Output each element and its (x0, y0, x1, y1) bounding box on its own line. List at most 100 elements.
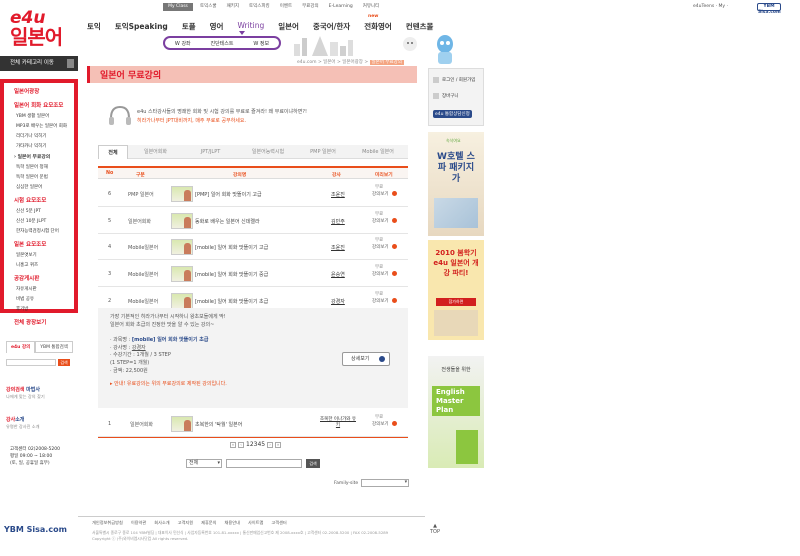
top-link[interactable]: 이벤트 (280, 3, 292, 11)
course-wizard-promo[interactable]: 강의검색 마법사 나에게 맞는 강의 찾기 (6, 386, 78, 400)
search-button[interactable]: 검색 (306, 459, 320, 468)
left-menu-item[interactable]: › 일본어 무료강의 (14, 153, 70, 160)
tab-jpt-jlpt[interactable]: JPT/JLPT (183, 145, 238, 159)
course-thumbnail[interactable] (171, 416, 193, 432)
next-page-icon[interactable]: › (267, 441, 274, 448)
left-menu-item[interactable]: 한자능력검정시험 단어 (14, 228, 70, 234)
left-menu-item[interactable]: 일본엿보기 (14, 252, 70, 258)
course-thumbnail[interactable] (171, 212, 193, 229)
first-page-icon[interactable]: « (230, 441, 236, 448)
page-numbers[interactable]: 12345 (246, 441, 265, 448)
row-title[interactable]: [mobile] 일어 회화 맛뜰이기 중급 (195, 271, 268, 278)
arrow-circle-icon[interactable] (392, 191, 397, 196)
row-title[interactable]: 초복한의 '탁월' 일본어 (195, 421, 242, 428)
family-site-select[interactable] (361, 479, 410, 487)
left-menu-item[interactable]: 가타카나 익히기 (14, 143, 70, 149)
row-teacher[interactable]: 조윤진 (331, 191, 345, 198)
left-menu-item[interactable]: 비법 공유 (14, 296, 70, 302)
quick-login[interactable]: 로그인 / 회원가입 (433, 77, 475, 83)
arrow-circle-icon[interactable] (392, 244, 397, 250)
footer-link[interactable]: 고객센터 (271, 520, 286, 526)
footer-link[interactable]: 제휴문의 (201, 520, 216, 526)
top-link[interactable]: 무료강의 (302, 3, 319, 11)
left-menu-item[interactable]: 후기방 (14, 306, 70, 312)
nav-toeic-speaking[interactable]: 토익Speaking (115, 21, 168, 32)
nav-contents-mall[interactable]: 컨텐츠몰 (406, 21, 434, 32)
quick-consult[interactable]: e4u 통합상담신청 (433, 110, 472, 118)
left-menu-item[interactable]: 자유게시판 (14, 286, 70, 292)
row-view[interactable]: 강의보기 (372, 244, 389, 250)
top-link[interactable]: 토익스쿨 (200, 3, 217, 11)
row-teacher[interactable]: 김민주 (331, 218, 345, 225)
row-view[interactable]: 강의보기 (372, 191, 389, 197)
left-menu-item[interactable]: 니홍고 퀴즈 (14, 262, 70, 268)
search-scope-select[interactable]: 전체 (186, 459, 222, 468)
tab-jlpt-exam[interactable]: 일본어능력시험 (238, 145, 298, 159)
left-search-input[interactable] (6, 359, 56, 366)
search-input[interactable] (226, 459, 302, 468)
left-menu-item[interactable]: 시험 요모조모 (14, 196, 70, 204)
subnav-w-course[interactable]: W 강좌 (175, 40, 191, 47)
tab-ybm-search[interactable]: YBM 통합검색 (35, 341, 73, 353)
left-menu-item[interactable]: 심심한 일본어 (14, 184, 70, 190)
top-right-links[interactable]: e4uTeens · My · (693, 3, 728, 11)
row-view[interactable]: 강의보기 (372, 218, 389, 224)
ybm-logo[interactable]: YBM Sisa.com (757, 3, 781, 15)
course-thumbnail[interactable] (171, 266, 193, 283)
nav-phone-english[interactable]: 전화영어 (364, 21, 392, 32)
row-teacher[interactable]: 강경자 (331, 298, 345, 305)
row-teacher[interactable]: 조복한 이나가와 유키 (320, 417, 356, 429)
left-search-button[interactable]: 검색 (58, 359, 70, 366)
row-title[interactable]: [mobile] 일어 회화 맛뜰이기 초급 (195, 298, 268, 305)
left-menu-item[interactable]: 리더기나 익히기 (14, 133, 70, 139)
site-logo[interactable]: e4u 일본어 (10, 10, 68, 54)
party-banner[interactable]: 2010 봄학기 e4u 일본어 개강 파티! 참가하면 (428, 240, 484, 340)
quick-cart[interactable]: 장바구니 (433, 93, 459, 99)
top-link[interactable]: E-Learning (329, 3, 353, 11)
course-thumbnail[interactable] (171, 186, 193, 202)
row-view[interactable]: 강의보기 (372, 421, 389, 427)
tab-conversation[interactable]: 일본어회화 (128, 145, 183, 159)
course-thumbnail[interactable] (171, 292, 193, 309)
teacher-intro-promo[interactable]: 강사소개 유명한 강사진 소개 (6, 416, 78, 430)
row-title[interactable]: [mobile] 일어 회화 맛뜰이기 고급 (195, 244, 268, 251)
table-row[interactable]: 5 일본어회화 동화로 배우는 일본어 신데렐라 김민주 무료 강의보기 (98, 208, 408, 234)
subnav-w-info[interactable]: W 정보 (253, 40, 269, 47)
left-menu-item[interactable]: 독학 일본어 청해 (14, 164, 70, 170)
nav-toeic[interactable]: 토익 (87, 21, 101, 32)
top-link[interactable]: 패키지 (227, 3, 239, 11)
footer-link[interactable]: 회사소개 (154, 520, 169, 526)
left-menu-item[interactable]: 전체 광장보기 (14, 318, 70, 326)
footer-link[interactable]: 고객지원 (178, 520, 193, 526)
top-link[interactable]: 토익스피킹 (249, 3, 270, 11)
tab-all[interactable]: 전체 (98, 145, 128, 159)
left-menu-item[interactable]: 일본 요모조모 (14, 240, 70, 248)
course-thumbnail[interactable] (171, 239, 193, 256)
detail-teacher-link[interactable]: 강경자 (132, 345, 146, 351)
row-title[interactable]: [PMP] 일어 회화 맛뜰이기 고급 (195, 191, 262, 198)
top-link[interactable]: 커뮤니티 (363, 3, 380, 11)
left-menu-item[interactable]: 공감게시판 (14, 274, 70, 282)
tab-mobile[interactable]: Mobile 일본어 (348, 145, 408, 159)
back-to-top[interactable]: ▲ TOP (430, 523, 440, 535)
footer-link[interactable]: 이용약관 (131, 520, 146, 526)
left-menu-item[interactable]: 독학 일본어 문법 (14, 174, 70, 180)
nav-english[interactable]: 영어 (210, 21, 224, 32)
footer-link[interactable]: 채용안내 (225, 520, 240, 526)
row-teacher[interactable]: 윤승연 (331, 271, 345, 278)
english-plan-banner[interactable]: 전생들을 위한 English Master Plan (428, 356, 484, 468)
arrow-circle-icon[interactable] (392, 217, 397, 223)
table-row[interactable]: 6 PMP 일본어 [PMP] 일어 회화 맛뜰이기 고급 조윤진 무료 강의보기 (98, 181, 408, 207)
left-menu-item[interactable]: 신선 10분 JLPT (14, 218, 70, 224)
arrow-circle-icon[interactable] (392, 297, 397, 303)
table-row[interactable]: 4 Mobile일본어 [mobile] 일어 회화 맛뜰이기 고급 조윤진 무료 강의보… (98, 234, 408, 261)
last-page-icon[interactable]: » (275, 441, 282, 448)
subnav-diagnosis[interactable]: 진단테스트 (210, 40, 233, 47)
row-teacher[interactable]: 조윤진 (331, 244, 345, 251)
tab-pmp[interactable]: PMP 일본어 (298, 145, 348, 159)
detail-view-button[interactable]: 상세보기 (342, 352, 390, 366)
my-class-button[interactable]: My Class (163, 3, 193, 11)
hotel-spa-banner[interactable]: 속삭여요 W호텔 스파 패키지가 (428, 132, 484, 236)
nav-toefl[interactable]: 토플 (182, 21, 196, 32)
left-menu-item[interactable]: 일본어 회화 요모조모 (14, 101, 70, 109)
